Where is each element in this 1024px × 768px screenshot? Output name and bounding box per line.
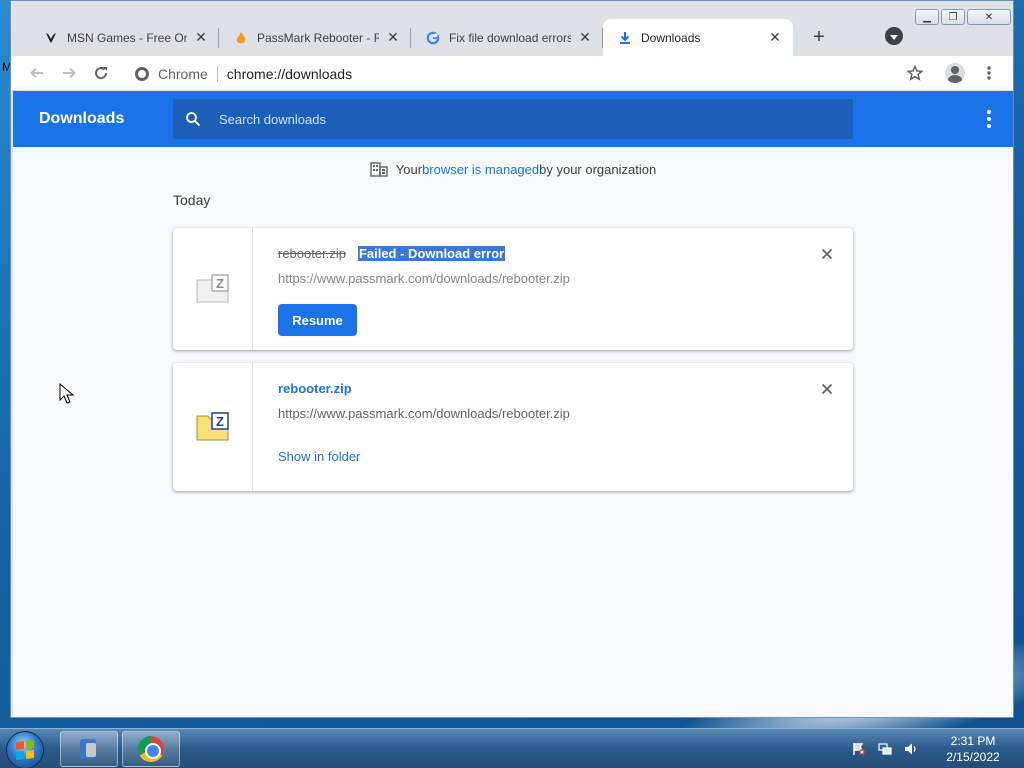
chrome-page-icon <box>135 66 149 81</box>
download-status: Failed - Download error <box>357 246 506 261</box>
back-button[interactable] <box>25 61 49 85</box>
taskbar: 2:31 PM 2/15/2022 <box>0 728 1024 768</box>
managed-prefix: Your <box>395 161 423 177</box>
tab-passmark-rebooter[interactable]: PassMark Rebooter - Reboot ✕ <box>219 19 411 56</box>
reload-button[interactable] <box>89 61 113 85</box>
new-tab-button[interactable]: + <box>807 25 831 49</box>
file-icon-column: Z <box>173 363 253 491</box>
chrome-menu-button[interactable] <box>977 61 1001 85</box>
avatar-icon <box>945 63 965 83</box>
window-close-button[interactable]: ✕ <box>967 9 1011 25</box>
tab-fix-download-errors[interactable]: Fix file download errors ✕ <box>411 19 603 56</box>
download-url: https://www.passmark.com/downloads/reboo… <box>278 406 570 421</box>
date-group-label: Today <box>173 192 211 208</box>
file-name-link[interactable]: rebooter.zip <box>278 381 352 396</box>
close-icon[interactable]: ✕ <box>767 29 783 46</box>
passmark-app-icon <box>76 737 102 761</box>
svg-text:Z: Z <box>216 276 224 291</box>
omnibox-url: chrome://downloads <box>226 65 353 82</box>
omnibox-label: Chrome <box>158 65 208 82</box>
show-in-folder-link[interactable]: Show in folder <box>278 449 360 464</box>
remove-download-button[interactable] <box>819 381 835 397</box>
network-icon[interactable] <box>877 741 893 757</box>
downloads-page: Downloads Your browser i <box>13 91 1013 717</box>
taskbar-passmark-app[interactable] <box>60 731 118 767</box>
tab-msn-games[interactable]: MSN Games - Free Online Games ✕ <box>29 19 219 56</box>
search-icon <box>173 99 213 139</box>
search-box[interactable] <box>173 99 853 139</box>
clock-time: 2:31 PM <box>950 734 996 748</box>
download-name-row: rebooter.zip <box>278 381 803 396</box>
download-details: rebooter.zip https://www.passmark.com/do… <box>278 363 803 466</box>
msn-butterfly-icon <box>43 30 59 46</box>
managed-suffix: by your organization <box>539 161 657 177</box>
downloads-header: Downloads <box>13 91 1013 147</box>
restore-button[interactable]: ❐ <box>941 9 965 25</box>
google-g-icon <box>425 30 441 46</box>
window-controls: ▁ ❐ ✕ <box>915 9 1011 25</box>
browser-toolbar: Chrome chrome://downloads <box>11 56 1013 91</box>
download-item-complete: Z rebooter.zip https://www.passmark.com/… <box>173 363 853 491</box>
dot-icon <box>987 110 991 114</box>
back-arrow-icon <box>30 67 43 79</box>
zip-file-icon: Z <box>196 412 229 441</box>
tab-search-button[interactable] <box>885 27 903 45</box>
downloads-menu-button[interactable] <box>977 107 1001 131</box>
remove-download-button[interactable] <box>819 246 835 262</box>
star-icon <box>907 65 923 81</box>
dot-icon <box>987 124 991 128</box>
download-item-failed: Z rebooter.zip Failed - Download error h… <box>173 228 853 350</box>
profile-button[interactable] <box>943 61 967 85</box>
system-tray: 2:31 PM 2/15/2022 <box>846 729 1024 768</box>
download-url: https://www.passmark.com/downloads/reboo… <box>278 271 570 286</box>
forward-button[interactable] <box>57 61 81 85</box>
search-input[interactable] <box>219 111 819 127</box>
managed-link[interactable]: browser is managed <box>422 162 539 177</box>
zip-file-icon-faded: Z <box>196 274 229 303</box>
resume-button[interactable]: Resume <box>278 304 357 336</box>
tab-downloads[interactable]: Downloads ✕ <box>603 19 793 56</box>
start-button[interactable] <box>6 731 44 768</box>
taskbar-chrome[interactable] <box>122 731 180 767</box>
omnibox-divider <box>216 65 218 82</box>
chrome-window: MSN Games - Free Online Games ✕ PassMark… <box>10 0 1014 718</box>
download-arrow-icon <box>617 30 633 46</box>
volume-icon[interactable] <box>903 741 919 757</box>
download-details: rebooter.zip Failed - Download error htt… <box>278 228 803 336</box>
svg-text:Z: Z <box>216 414 224 429</box>
clock-date: 2/15/2022 <box>946 750 1000 764</box>
building-icon <box>370 162 388 177</box>
action-center-flag-icon[interactable] <box>851 741 867 757</box>
close-icon <box>821 383 833 395</box>
tab-title: Fix file download errors <box>449 30 571 45</box>
passmark-flame-icon <box>233 30 249 46</box>
file-name: rebooter.zip <box>278 246 346 261</box>
download-name-row: rebooter.zip Failed - Download error <box>278 246 803 261</box>
minimize-button[interactable]: ▁ <box>915 9 939 25</box>
dot-icon <box>987 117 991 121</box>
reload-icon <box>95 67 108 80</box>
tab-title: MSN Games - Free Online Games <box>67 30 187 45</box>
managed-notice: Your browser is managed by your organiza… <box>13 161 1013 177</box>
forward-arrow-icon <box>63 67 76 79</box>
page-title: Downloads <box>39 110 125 127</box>
chrome-logo-icon <box>138 736 164 762</box>
mouse-cursor-icon <box>59 383 75 404</box>
taskbar-clock[interactable]: 2:31 PM 2/15/2022 <box>930 733 1016 765</box>
bookmark-star-button[interactable] <box>903 61 927 85</box>
kebab-menu-icon <box>987 66 991 80</box>
close-icon[interactable]: ✕ <box>385 29 401 46</box>
close-icon <box>821 248 833 260</box>
close-icon[interactable]: ✕ <box>193 29 209 46</box>
tab-title: Downloads <box>641 30 701 45</box>
close-icon[interactable]: ✕ <box>577 29 593 46</box>
windows-logo-icon <box>16 740 34 760</box>
file-icon-column: Z <box>173 228 253 350</box>
tab-strip: MSN Games - Free Online Games ✕ PassMark… <box>11 1 1013 56</box>
address-bar[interactable]: Chrome chrome://downloads <box>125 61 935 86</box>
tab-title: PassMark Rebooter - Reboot <box>257 30 379 45</box>
